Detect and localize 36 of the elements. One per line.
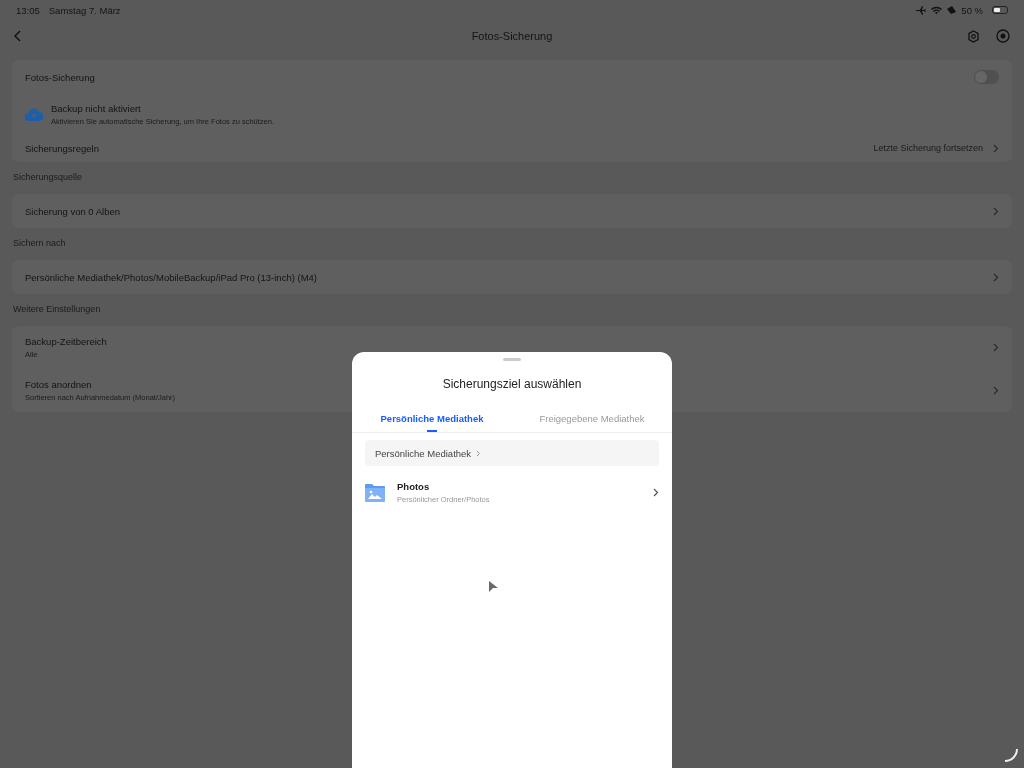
row-title[interactable]: Sicherung von 0 Alben <box>25 205 121 217</box>
chevron-icon <box>993 143 999 153</box>
row-title[interactable]: Backup-Zeitbereich <box>25 336 107 347</box>
chevron-icon <box>476 449 482 457</box>
wifi-icon <box>931 6 943 14</box>
settings-icon[interactable] <box>967 29 980 43</box>
breadcrumb-bar[interactable]: Persönliche Mediathek <box>365 440 659 466</box>
page-title: Fotos-Sicherung <box>471 30 553 42</box>
rules-label: Sicherungsregeln <box>25 142 99 154</box>
chevron-icon <box>993 272 999 282</box>
chevron-icon <box>993 206 999 216</box>
sheet-title: Sicherungsziel auswählen <box>441 377 583 391</box>
toggle-label: Fotos-Sicherung <box>25 71 95 83</box>
row-title[interactable]: Persönliche Mediathek/Photos/MobileBackup/iPad Pro (13-inch) (M4) <box>25 271 317 283</box>
sheet-tab[interactable]: Freigegebene Mediathek <box>512 405 672 432</box>
pointer-cursor-icon <box>489 581 498 592</box>
backup-status-title: Backup nicht aktiviert <box>51 102 142 114</box>
status-date: Samstag 7. März <box>48 4 121 16</box>
loading-arc-icon <box>1004 748 1018 762</box>
rules-value[interactable]: Letzte Sicherung fortsetzen <box>873 143 983 153</box>
back-icon[interactable] <box>14 30 22 42</box>
row-title[interactable]: Fotos anordnen <box>25 379 176 390</box>
airplane-icon <box>916 5 927 15</box>
chevron-icon <box>993 386 999 395</box>
battery-icon <box>992 6 1008 14</box>
folder-image-icon <box>365 483 385 502</box>
status-time: 13:05 <box>16 4 40 16</box>
section-header: Weitere Einstellungen <box>13 304 102 316</box>
battery-percent: 50 % <box>961 4 983 16</box>
chevron-icon <box>653 488 659 497</box>
folder-name[interactable]: Photos <box>397 481 490 492</box>
chevron-icon <box>993 343 999 352</box>
cloud-icon <box>25 107 43 121</box>
sheet-handle[interactable] <box>503 358 521 361</box>
record-icon[interactable] <box>996 29 1010 43</box>
breadcrumb-text[interactable]: Persönliche Mediathek <box>375 447 472 459</box>
